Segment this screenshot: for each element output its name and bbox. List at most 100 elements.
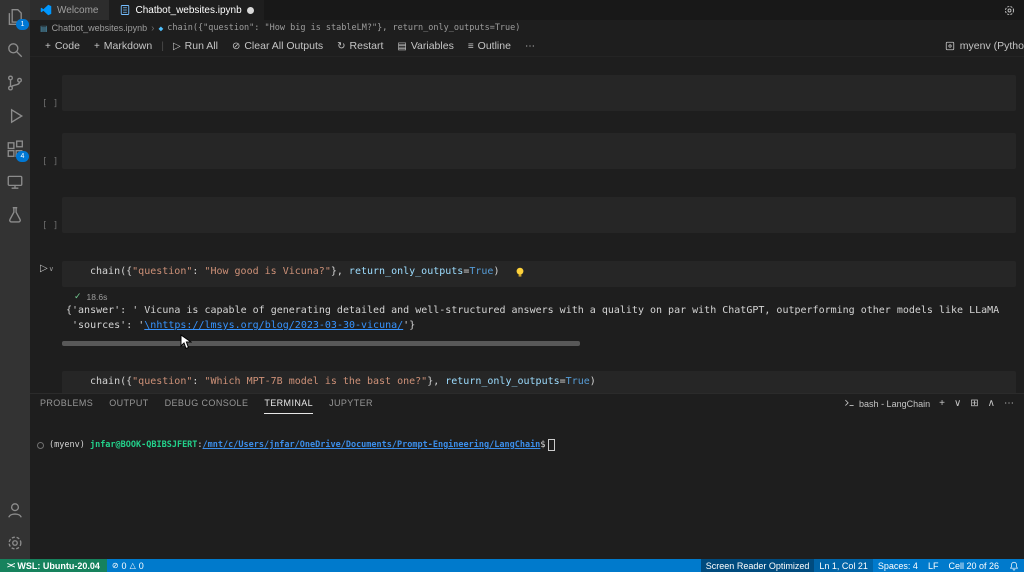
explorer-icon[interactable]: 1 <box>0 0 30 33</box>
status-bar: >< WSL: Ubuntu-20.04 ⊘ 0 △ 0 Screen Read… <box>0 559 1024 572</box>
add-markdown-cell-button[interactable]: + Markdown <box>87 36 159 56</box>
notebook-cell-empty-3: [ ] <box>42 197 1016 233</box>
clear-outputs-label: Clear All Outputs <box>244 40 323 52</box>
warning-icon: △ <box>130 561 136 570</box>
cell-code-editor[interactable] <box>62 197 1016 233</box>
add-code-cell-button[interactable]: + Code <box>38 36 87 56</box>
notebook-file-icon <box>119 4 131 16</box>
mouse-cursor <box>180 334 192 350</box>
activity-bar: 1 4 <box>0 0 30 559</box>
plus-icon: + <box>45 41 51 52</box>
remote-explorer-icon[interactable] <box>0 165 30 198</box>
vscode-window: 1 4 We <box>0 0 1024 572</box>
breadcrumb-file-icon: ▤ <box>40 24 48 33</box>
unsaved-dot-icon[interactable] <box>247 7 254 14</box>
command-decoration-icon[interactable] <box>37 442 44 449</box>
restart-icon: ↻ <box>337 41 345 52</box>
outline-label: Outline <box>478 40 511 52</box>
tab-output[interactable]: OUTPUT <box>109 394 148 414</box>
outline-button[interactable]: ≡ Outline <box>461 36 518 56</box>
toolbar-divider: | <box>159 40 166 52</box>
tab-jupyter[interactable]: JUPYTER <box>329 394 373 414</box>
bottom-panel: PROBLEMS OUTPUT DEBUG CONSOLE TERMINAL J… <box>30 393 1024 559</box>
settings-gear-icon[interactable] <box>0 526 30 559</box>
breadcrumb-cell[interactable]: chain({"question": "How big is stableLM?… <box>167 23 520 33</box>
kernel-picker[interactable]: myenv (Pytho <box>944 40 1024 52</box>
breadcrumb-separator: › <box>151 23 154 34</box>
notebook-cell-empty-2: [ ] <box>42 133 1016 169</box>
run-all-button[interactable]: ▷ Run All <box>166 36 225 56</box>
run-cell-button[interactable]: ▷ ∨ <box>40 263 54 274</box>
account-icon[interactable] <box>0 493 30 526</box>
cell-code-editor[interactable] <box>62 75 1016 111</box>
tab-bar-rest <box>264 0 1024 20</box>
panel-tab-bar: PROBLEMS OUTPUT DEBUG CONSOLE TERMINAL J… <box>30 394 1024 413</box>
terminal-prompt-line: (myenv) jnfar@BOOK-QBIBSJFERT:/mnt/c/Use… <box>36 439 1024 451</box>
notebook-toolbar: + Code + Markdown | ▷ Run All ⊘ Clear Al… <box>30 36 1024 57</box>
terminal-instance-picker[interactable]: bash - LangChain <box>844 398 930 409</box>
screen-reader-status[interactable]: Screen Reader Optimized <box>701 559 815 572</box>
tab-debug-console[interactable]: DEBUG CONSOLE <box>165 394 249 414</box>
editor-settings-gear-icon[interactable] <box>1003 4 1016 17</box>
output-horizontal-scrollbar[interactable] <box>62 341 580 346</box>
remote-indicator[interactable]: >< WSL: Ubuntu-20.04 <box>0 559 107 572</box>
terminal-body[interactable]: (myenv) jnfar@BOOK-QBIBSJFERT:/mnt/c/Use… <box>30 413 1024 559</box>
terminal-cursor <box>548 439 555 451</box>
cell-exec-status: ✓ 18.6s <box>74 291 107 302</box>
cell-code-line[interactable]: chain({"question": "How good is Vicuna?"… <box>90 266 499 277</box>
new-terminal-icon[interactable]: + <box>939 398 945 409</box>
exec-time: 18.6s <box>87 292 108 302</box>
error-count: 0 <box>122 561 127 571</box>
restart-button[interactable]: ↻ Restart <box>330 36 390 56</box>
variables-icon: ▤ <box>397 41 406 52</box>
source-control-icon[interactable] <box>0 66 30 99</box>
play-icon: ▷ <box>40 263 48 274</box>
search-icon[interactable] <box>0 33 30 66</box>
eol-status[interactable]: LF <box>923 559 944 572</box>
kernel-icon <box>944 40 956 52</box>
tab-problems[interactable]: PROBLEMS <box>40 394 93 414</box>
plus-icon: + <box>94 41 100 52</box>
clear-all-outputs-button[interactable]: ⊘ Clear All Outputs <box>225 36 330 56</box>
cell-position-status[interactable]: Cell 20 of 26 <box>943 559 1004 572</box>
tab-terminal[interactable]: TERMINAL <box>264 394 313 414</box>
explorer-badge: 1 <box>16 19 29 30</box>
variables-button[interactable]: ▤ Variables <box>390 36 460 56</box>
cursor-position-status[interactable]: Ln 1, Col 21 <box>814 559 873 572</box>
breadcrumb: ▤ Chatbot_websites.ipynb › ◆ chain({"que… <box>30 20 1024 36</box>
run-debug-icon[interactable] <box>0 99 30 132</box>
cell-exec-marker: [ ] <box>42 99 64 109</box>
notebook-editor: [ ] [ ] [ ] ▷ ∨ chain({"question": " <box>30 57 1024 393</box>
notebook-cell-vicuna: ▷ ∨ chain({"question": "How good is Vicu… <box>42 261 1016 287</box>
testing-icon[interactable] <box>0 198 30 231</box>
editor-tab-bar: Welcome Chatbot_websites.ipynb <box>30 0 1024 20</box>
indentation-status[interactable]: Spaces: 4 <box>873 559 923 572</box>
clear-icon: ⊘ <box>232 41 240 52</box>
cell-output-line-2: 'sources': '\nhttps://lmsys.org/blog/202… <box>66 320 1018 331</box>
notebook-cell-mpt7b: chain({"question": "Which MPT-7B model i… <box>42 371 1016 393</box>
check-icon: ✓ <box>74 291 82 302</box>
run-all-label: Run All <box>185 40 218 52</box>
breadcrumb-cell-icon: ◆ <box>158 24 163 33</box>
notifications-bell-icon[interactable] <box>1004 559 1024 572</box>
maximize-panel-icon[interactable]: ∧ <box>988 398 995 409</box>
chevron-down-icon[interactable]: ∨ <box>954 398 961 409</box>
outline-icon: ≡ <box>468 41 474 52</box>
problems-status[interactable]: ⊘ 0 △ 0 <box>107 559 149 572</box>
vscode-logo-icon <box>40 4 52 16</box>
add-markdown-label: Markdown <box>104 40 152 52</box>
split-terminal-icon[interactable]: ⊞ <box>970 398 978 409</box>
breadcrumb-file[interactable]: Chatbot_websites.ipynb <box>52 23 148 33</box>
error-icon: ⊘ <box>112 561 119 570</box>
warning-count: 0 <box>139 561 144 571</box>
tab-notebook[interactable]: Chatbot_websites.ipynb <box>109 0 264 20</box>
cell-code-line[interactable]: chain({"question": "Which MPT-7B model i… <box>90 376 596 387</box>
kernel-label: myenv (Pytho <box>960 40 1024 52</box>
tab-notebook-label: Chatbot_websites.ipynb <box>136 5 242 16</box>
lightbulb-icon[interactable] <box>515 267 525 278</box>
tab-welcome[interactable]: Welcome <box>30 0 109 20</box>
panel-more-icon[interactable]: ⋯ <box>1004 398 1014 409</box>
more-actions-button[interactable]: ⋯ <box>518 36 542 56</box>
cell-code-editor[interactable] <box>62 133 1016 169</box>
extensions-icon[interactable]: 4 <box>0 132 30 165</box>
